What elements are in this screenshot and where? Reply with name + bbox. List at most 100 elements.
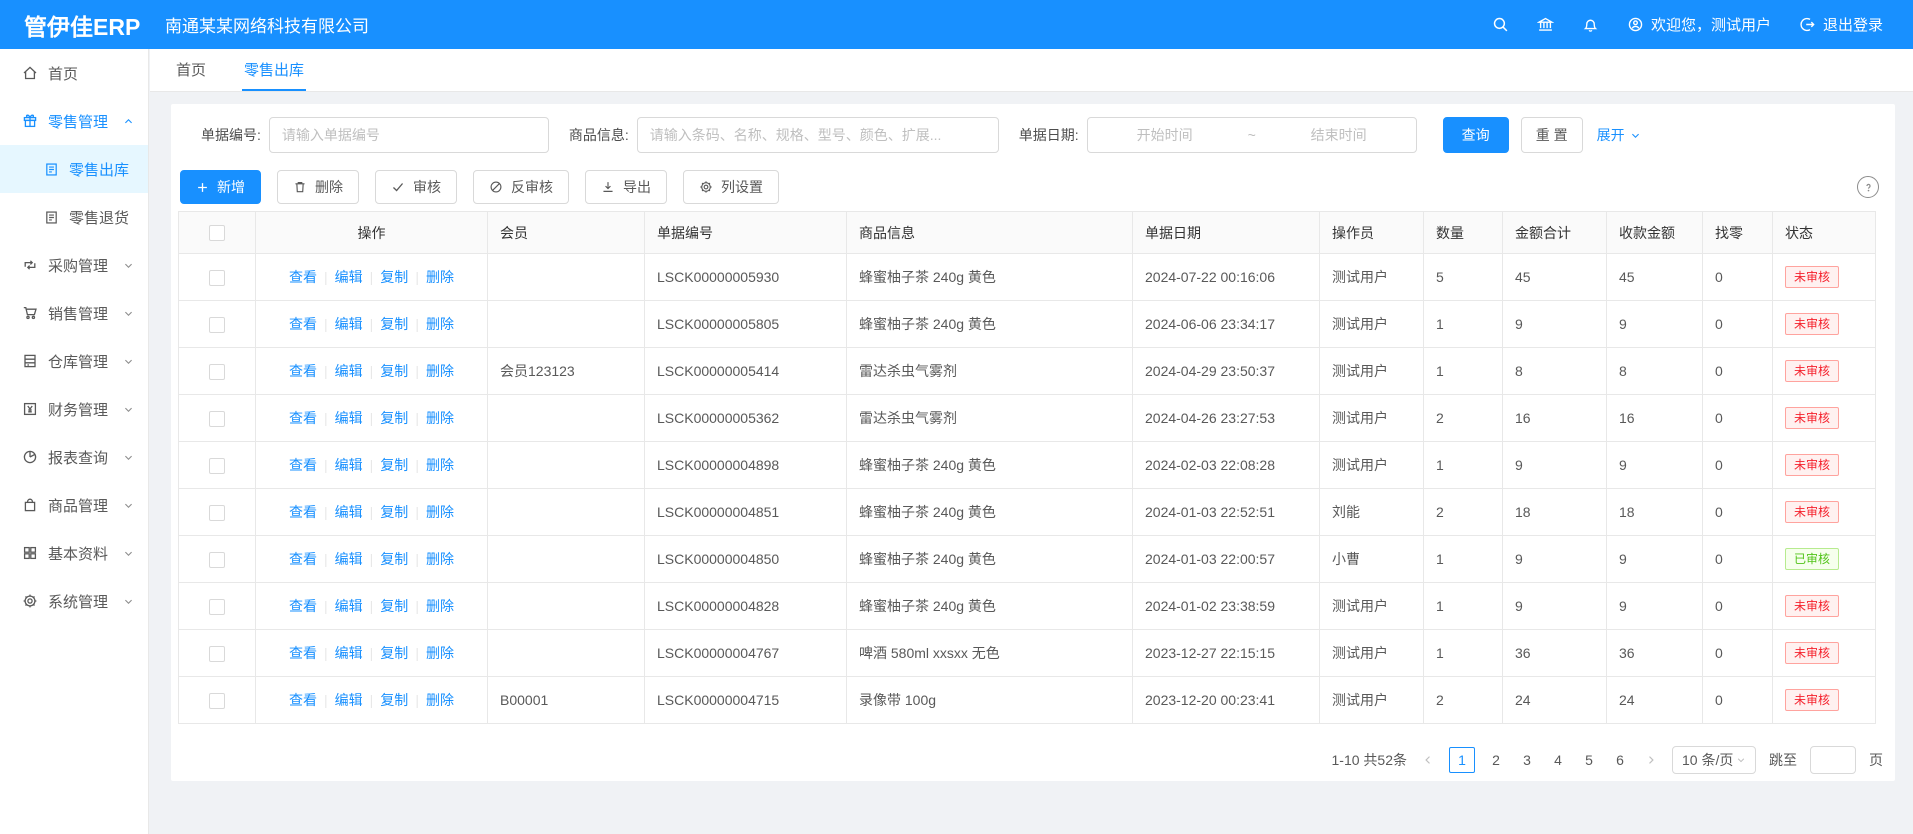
copy-link[interactable]: 复制 [380, 551, 408, 567]
bill-no-input[interactable] [269, 117, 549, 153]
export-button[interactable]: 导出 [585, 170, 667, 204]
cell-status: 未审核 [1773, 301, 1876, 348]
delete-button[interactable]: 删除 [277, 170, 359, 204]
tab-home[interactable]: 首页 [174, 49, 208, 91]
copy-link[interactable]: 复制 [380, 363, 408, 379]
edit-link[interactable]: 编辑 [335, 316, 363, 332]
view-link[interactable]: 查看 [289, 269, 317, 285]
edit-link[interactable]: 编辑 [335, 645, 363, 661]
delete-link[interactable]: 删除 [426, 504, 454, 520]
date-range-picker[interactable]: 开始时间 ~ 结束时间 [1087, 117, 1417, 153]
page-number[interactable]: 3 [1517, 752, 1537, 768]
tab-retail-outbound[interactable]: 零售出库 [242, 49, 306, 91]
edit-link[interactable]: 编辑 [335, 692, 363, 708]
bank-icon[interactable] [1537, 16, 1554, 33]
copy-link[interactable]: 复制 [380, 645, 408, 661]
audit-button[interactable]: 审核 [375, 170, 457, 204]
copy-link[interactable]: 复制 [380, 410, 408, 426]
delete-link[interactable]: 删除 [426, 551, 454, 567]
page-number[interactable]: 4 [1548, 752, 1568, 768]
product-info-input[interactable] [637, 117, 999, 153]
delete-link[interactable]: 删除 [426, 316, 454, 332]
unaudit-button[interactable]: 反审核 [473, 170, 569, 204]
row-checkbox[interactable] [209, 646, 225, 662]
row-checkbox[interactable] [209, 317, 225, 333]
sidebar-item-system-management[interactable]: 系统管理 [0, 577, 148, 625]
page-size-select[interactable]: 10 条/页 [1672, 746, 1756, 774]
sidebar-item-retail-management[interactable]: 零售管理 [0, 97, 148, 145]
sidebar-item-product-management[interactable]: 商品管理 [0, 481, 148, 529]
prev-page-icon[interactable] [1420, 754, 1436, 766]
view-link[interactable]: 查看 [289, 692, 317, 708]
view-link[interactable]: 查看 [289, 316, 317, 332]
action-divider: | [324, 645, 328, 661]
sidebar-item-retail-outbound[interactable]: 零售出库 [0, 145, 148, 193]
col-header-bill-no: 单据编号 [645, 212, 847, 254]
row-checkbox[interactable] [209, 693, 225, 709]
help-icon[interactable] [1857, 176, 1879, 198]
sidebar-item-retail-returns[interactable]: 零售退货 [0, 193, 148, 241]
view-link[interactable]: 查看 [289, 598, 317, 614]
bell-icon[interactable] [1582, 16, 1599, 33]
row-checkbox[interactable] [209, 505, 225, 521]
sidebar-item-finance-management[interactable]: 财务管理 [0, 385, 148, 433]
edit-link[interactable]: 编辑 [335, 363, 363, 379]
row-checkbox[interactable] [209, 552, 225, 568]
pie-chart-icon [22, 449, 38, 465]
delete-link[interactable]: 删除 [426, 457, 454, 473]
add-button[interactable]: 新增 [180, 170, 261, 204]
expand-toggle[interactable]: 展开 [1597, 125, 1641, 145]
edit-link[interactable]: 编辑 [335, 504, 363, 520]
edit-link[interactable]: 编辑 [335, 410, 363, 426]
search-button[interactable]: 查询 [1443, 117, 1509, 153]
column-settings-button[interactable]: 列设置 [683, 170, 779, 204]
view-link[interactable]: 查看 [289, 504, 317, 520]
edit-link[interactable]: 编辑 [335, 457, 363, 473]
edit-link[interactable]: 编辑 [335, 551, 363, 567]
delete-link[interactable]: 删除 [426, 410, 454, 426]
sidebar-item-purchase-management[interactable]: 采购管理 [0, 241, 148, 289]
reset-button[interactable]: 重 置 [1521, 117, 1583, 153]
copy-link[interactable]: 复制 [380, 692, 408, 708]
sidebar-item-report-query[interactable]: 报表查询 [0, 433, 148, 481]
next-page-icon[interactable] [1643, 754, 1659, 766]
cell-qty: 1 [1424, 583, 1503, 630]
search-icon[interactable] [1492, 16, 1509, 33]
delete-link[interactable]: 删除 [426, 598, 454, 614]
view-link[interactable]: 查看 [289, 457, 317, 473]
chevron-down-icon [123, 404, 134, 415]
date-start-placeholder: 开始时间 [1088, 125, 1242, 145]
row-checkbox[interactable] [209, 364, 225, 380]
row-checkbox[interactable] [209, 599, 225, 615]
view-link[interactable]: 查看 [289, 645, 317, 661]
delete-link[interactable]: 删除 [426, 269, 454, 285]
edit-link[interactable]: 编辑 [335, 598, 363, 614]
page-number[interactable]: 1 [1449, 747, 1475, 773]
delete-link[interactable]: 删除 [426, 363, 454, 379]
sidebar-item-home[interactable]: 首页 [0, 49, 148, 97]
copy-link[interactable]: 复制 [380, 598, 408, 614]
welcome-user[interactable]: 欢迎您，测试用户 [1627, 14, 1771, 35]
sidebar-item-warehouse-management[interactable]: 仓库管理 [0, 337, 148, 385]
page-number[interactable]: 5 [1579, 752, 1599, 768]
row-checkbox[interactable] [209, 270, 225, 286]
view-link[interactable]: 查看 [289, 551, 317, 567]
copy-link[interactable]: 复制 [380, 316, 408, 332]
edit-link[interactable]: 编辑 [335, 269, 363, 285]
copy-link[interactable]: 复制 [380, 457, 408, 473]
delete-link[interactable]: 删除 [426, 645, 454, 661]
sidebar-item-sales-management[interactable]: 销售管理 [0, 289, 148, 337]
copy-link[interactable]: 复制 [380, 269, 408, 285]
delete-link[interactable]: 删除 [426, 692, 454, 708]
copy-link[interactable]: 复制 [380, 504, 408, 520]
view-link[interactable]: 查看 [289, 363, 317, 379]
sidebar-item-basic-data[interactable]: 基本资料 [0, 529, 148, 577]
row-checkbox[interactable] [209, 458, 225, 474]
page-number[interactable]: 6 [1610, 752, 1630, 768]
select-all-checkbox[interactable] [209, 225, 225, 241]
logout-button[interactable]: 退出登录 [1799, 14, 1883, 35]
row-checkbox[interactable] [209, 411, 225, 427]
view-link[interactable]: 查看 [289, 410, 317, 426]
jump-page-input[interactable] [1810, 746, 1856, 774]
page-number[interactable]: 2 [1486, 752, 1506, 768]
